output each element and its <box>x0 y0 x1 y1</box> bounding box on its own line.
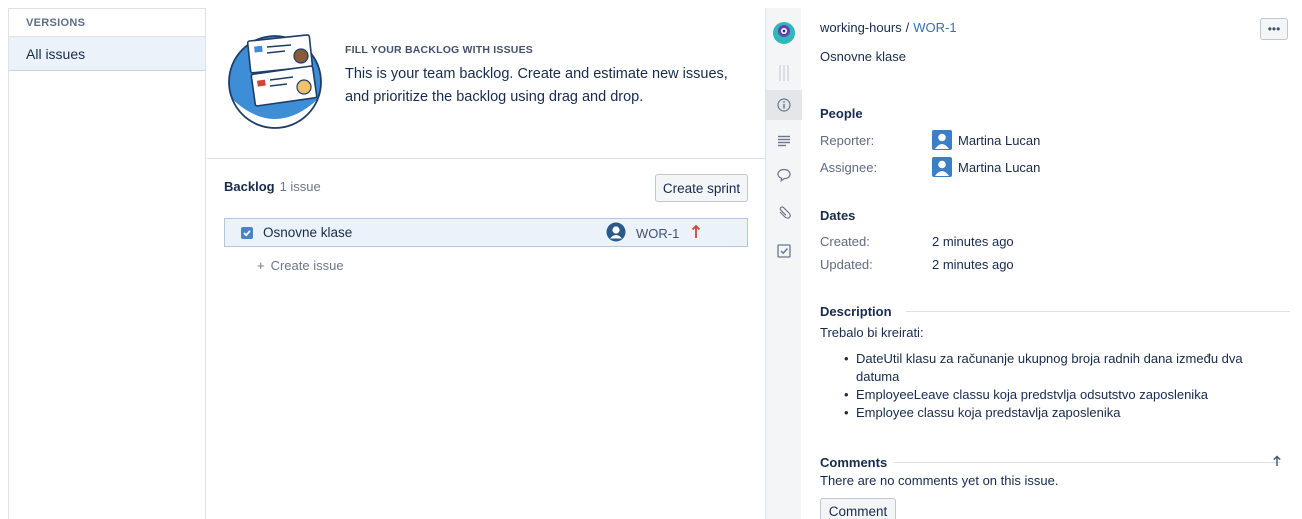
backlog-area: FILL YOUR BACKLOG WITH ISSUES This is yo… <box>207 8 765 519</box>
create-sprint-button[interactable]: Create sprint <box>655 174 748 202</box>
description-list: • DateUtil klasu za računanje ukupnog bro… <box>844 350 1264 422</box>
subtask-icon[interactable] <box>766 236 802 266</box>
project-avatar-icon[interactable] <box>766 18 802 48</box>
list-item: • DateUtil klasu za računanje ukupnog bro… <box>844 351 1243 384</box>
reporter-value[interactable]: Martina Lucan <box>932 130 1040 150</box>
drag-handle-icon[interactable] <box>766 58 802 88</box>
description-section: Description <box>820 304 1290 319</box>
user-avatar-icon <box>932 130 952 150</box>
breadcrumb-separator: / <box>905 20 910 35</box>
backlog-illustration-icon <box>228 34 322 132</box>
dates-section-title: Dates <box>820 208 856 223</box>
section-divider <box>906 311 1290 312</box>
assignee-value[interactable]: Martina Lucan <box>932 157 1040 177</box>
comment-button[interactable]: Comment <box>820 498 896 519</box>
detail-icon-strip <box>765 8 802 519</box>
backlog-title: Backlog <box>224 179 275 194</box>
empty-backlog-banner: FILL YOUR BACKLOG WITH ISSUES This is yo… <box>207 8 765 159</box>
comments-section: Comments <box>820 455 1280 470</box>
create-issue-label: Create issue <box>270 258 344 273</box>
breadcrumb: working-hours / WOR-1 <box>820 20 957 35</box>
list-item: • Employee classu koja predstavlja zaposl… <box>844 405 1121 420</box>
create-issue-link[interactable]: + Create issue <box>257 258 344 273</box>
sort-ascending-icon[interactable] <box>1272 455 1282 467</box>
user-avatar-icon <box>932 157 952 177</box>
updated-value: 2 minutes ago <box>932 257 1014 272</box>
description-section-title: Description <box>820 304 892 319</box>
issue-detail-panel: working-hours / WOR-1 ••• Osnovne klase Pe… <box>802 8 1302 519</box>
backlog-count: 1 issue <box>279 179 321 194</box>
assignee-name: Martina Lucan <box>958 159 1041 175</box>
section-divider <box>894 462 1280 463</box>
assignee-avatar-icon <box>606 222 626 242</box>
versions-header: VERSIONS <box>9 9 205 37</box>
priority-high-arrow-icon <box>691 224 701 238</box>
assignee-label: Assignee: <box>820 160 878 175</box>
people-section-title: People <box>820 106 863 121</box>
issue-title[interactable]: Osnovne klase <box>820 49 906 64</box>
created-label: Created: <box>820 234 870 249</box>
checkbox-task-icon <box>241 227 253 239</box>
description-icon[interactable] <box>766 126 802 156</box>
backlog-header: Backlog 1 issue <box>224 179 321 194</box>
info-icon[interactable] <box>766 90 802 120</box>
backlog-issue-row[interactable]: Osnovne klase WOR-1 <box>224 218 748 247</box>
plus-icon: + <box>257 258 265 273</box>
comment-icon[interactable] <box>766 160 802 190</box>
versions-panel: VERSIONS All issues <box>8 8 206 519</box>
banner-body: This is your team backlog. Create and es… <box>345 66 728 105</box>
created-value: 2 minutes ago <box>932 234 1014 249</box>
more-actions-button[interactable]: ••• <box>1260 18 1288 40</box>
updated-label: Updated: <box>820 257 873 272</box>
issue-key[interactable]: WOR-1 <box>636 226 679 241</box>
no-comments-text: There are no comments yet on this issue. <box>820 473 1059 488</box>
comments-section-title: Comments <box>820 455 888 470</box>
breadcrumb-issue-key[interactable]: WOR-1 <box>913 20 956 35</box>
description-intro: Trebalo bi kreirati: <box>820 325 924 340</box>
attachment-icon[interactable] <box>766 198 802 228</box>
breadcrumb-project[interactable]: working-hours <box>820 20 902 35</box>
list-item: • EmployeeLeave classu koja predstvlja od… <box>844 387 1208 402</box>
reporter-label: Reporter: <box>820 133 875 148</box>
banner-eyebrow: FILL YOUR BACKLOG WITH ISSUES <box>345 44 534 56</box>
version-item-all-issues[interactable]: All issues <box>9 37 205 71</box>
issue-summary: Osnovne klase <box>263 225 353 240</box>
reporter-name: Martina Lucan <box>958 132 1041 148</box>
